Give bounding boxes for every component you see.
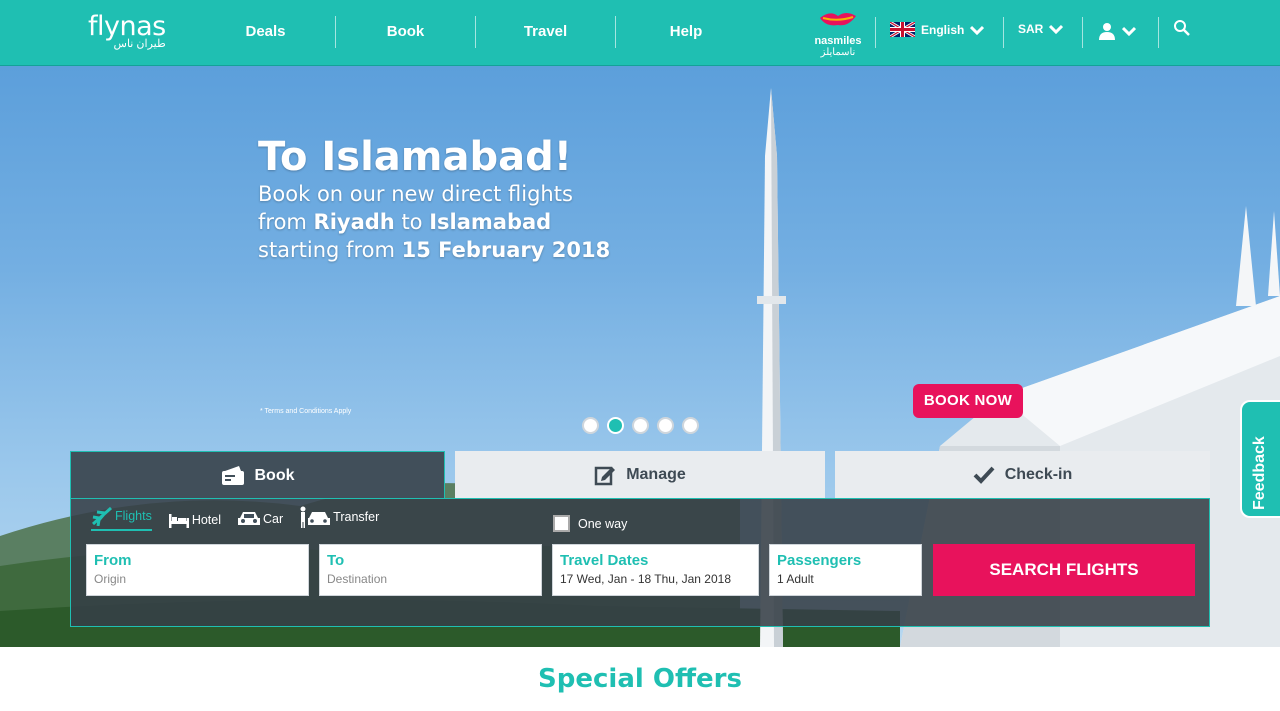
feedback-label: Feedback (1251, 436, 1268, 510)
checkmark-icon (973, 466, 995, 484)
account-menu[interactable] (1098, 22, 1136, 40)
terms-note: * Terms and Conditions Apply (260, 408, 352, 415)
language-selector[interactable]: English (890, 22, 985, 37)
currency-selector[interactable]: SAR (1018, 22, 1064, 36)
language-label: English (921, 22, 965, 37)
header-divider (875, 17, 876, 48)
travel-dates-label: Travel Dates (560, 552, 649, 569)
transfer-icon (300, 506, 331, 528)
carousel-dot-3[interactable] (632, 417, 649, 434)
nav-deals[interactable]: Deals (196, 16, 336, 48)
mode-flights-label: Flights (115, 509, 152, 523)
mode-car[interactable]: Car (237, 510, 283, 531)
passengers-field[interactable]: Passengers 1 Adult (769, 544, 922, 596)
nasmiles-lips-icon (820, 13, 856, 26)
one-way-option[interactable]: One way (553, 515, 627, 532)
travel-mode-options: Flights Hotel Car Transfer (91, 505, 395, 531)
passengers-label: Passengers (777, 552, 862, 569)
nav-book[interactable]: Book (336, 16, 476, 48)
destination-label: To (327, 552, 345, 569)
carousel-dot-2[interactable] (607, 417, 624, 434)
mode-hotel-label: Hotel (191, 513, 222, 527)
booking-panel: Flights Hotel Car Transfer One way From … (70, 498, 1210, 627)
edit-icon (594, 466, 616, 486)
origin-label: From (94, 552, 132, 569)
carousel-dot-1[interactable] (582, 417, 599, 434)
tab-checkin-label: Check-in (1004, 466, 1073, 483)
promo-text-block: To Islamabad! Book on our new direct fli… (258, 134, 610, 264)
promo-line-1: Book on our new direct flights (258, 182, 573, 206)
header-divider (1158, 17, 1159, 48)
ticket-icon (221, 465, 244, 485)
mode-hotel[interactable]: Hotel (168, 512, 221, 531)
search-icon (1174, 20, 1190, 36)
airplane-icon (92, 506, 112, 526)
car-icon (238, 512, 261, 525)
chevron-down-icon (1122, 26, 1136, 36)
uk-flag-icon (890, 22, 915, 37)
chevron-down-icon (1049, 24, 1064, 34)
destination-placeholder: Destination (327, 572, 388, 586)
travel-dates-field[interactable]: Travel Dates 17 Wed, Jan - 18 Thu, Jan 2… (552, 544, 759, 596)
tab-manage[interactable]: Manage (455, 451, 825, 499)
mode-transfer[interactable]: Transfer (299, 506, 379, 531)
nav-help[interactable]: Help (616, 16, 756, 48)
carousel-dot-4[interactable] (657, 417, 674, 434)
top-header: flynas طيران ناس Deals Book Travel Help … (0, 0, 1280, 66)
booking-tabs: Book Manage Check-in (70, 451, 1210, 499)
promo-line-3: starting from 15 February 2018 (258, 238, 611, 262)
currency-label: SAR (1018, 22, 1044, 36)
book-now-button[interactable]: BOOK NOW (913, 384, 1023, 418)
tab-checkin[interactable]: Check-in (835, 451, 1210, 499)
destination-field[interactable]: To Destination (319, 544, 542, 596)
one-way-checkbox[interactable] (553, 515, 570, 532)
carousel-dot-5[interactable] (682, 417, 699, 434)
chevron-down-icon (970, 25, 985, 35)
one-way-label: One way (578, 516, 628, 531)
tab-book-label: Book (254, 466, 295, 484)
carousel-dots (582, 417, 707, 434)
nasmiles-text: nasmiles (814, 35, 862, 47)
origin-field[interactable]: From Origin (86, 544, 309, 596)
main-nav: Deals Book Travel Help (196, 16, 756, 48)
flynas-logo[interactable]: flynas طيران ناس (88, 12, 166, 51)
nasmiles-logo[interactable]: nasmiles ناسمايلز (808, 8, 868, 60)
feedback-tab[interactable]: Feedback (1240, 400, 1280, 518)
passengers-value: 1 Adult (777, 572, 814, 586)
promo-title: To Islamabad! (258, 134, 572, 180)
tab-manage-label: Manage (626, 466, 686, 483)
origin-placeholder: Origin (94, 572, 127, 586)
mode-flights[interactable]: Flights (91, 506, 152, 531)
user-icon (1099, 23, 1115, 40)
site-search-button[interactable] (1173, 19, 1191, 42)
header-divider (1082, 17, 1083, 48)
mode-car-label: Car (263, 512, 284, 526)
mode-transfer-label: Transfer (333, 510, 380, 524)
tab-book[interactable]: Book (70, 451, 445, 499)
search-flights-button[interactable]: SEARCH FLIGHTS (933, 544, 1195, 596)
header-divider (1003, 17, 1004, 48)
travel-dates-value: 17 Wed, Jan - 18 Thu, Jan 2018 (560, 572, 732, 586)
promo-line-2: from Riyadh to Islamabad (258, 210, 552, 234)
bed-icon (168, 514, 189, 528)
nav-travel[interactable]: Travel (476, 16, 616, 48)
special-offers-heading: Special Offers (538, 664, 742, 694)
nasmiles-arabic-text: ناسمايلز (820, 47, 856, 58)
